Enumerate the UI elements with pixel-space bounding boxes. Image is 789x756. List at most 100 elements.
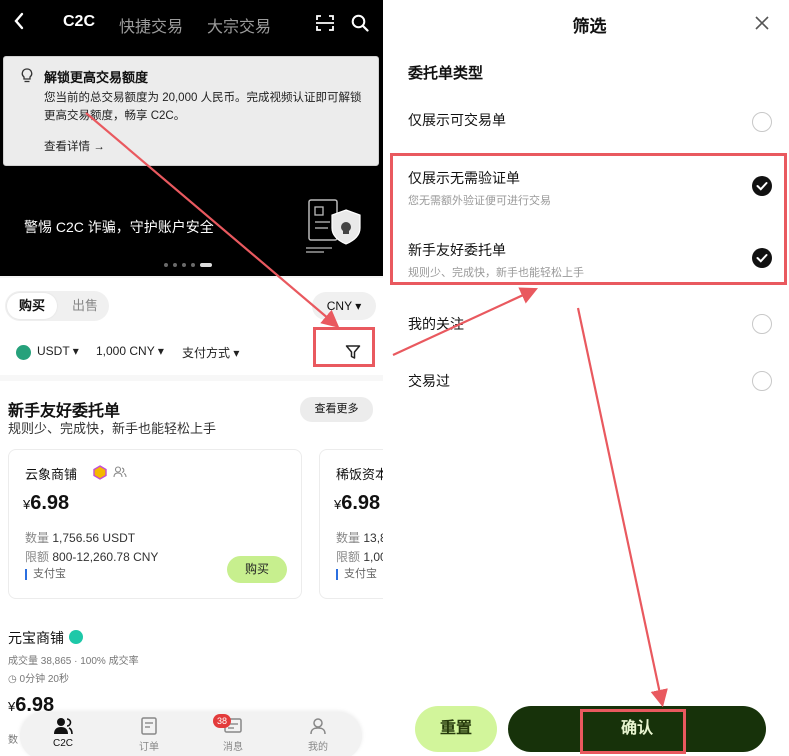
banner-title: 解锁更高交易额度 [44,70,149,85]
ad-card[interactable]: 云象商铺 ¥6.98 数量 1,756.56 USDT 限额 800-12,26… [8,449,302,599]
ad-limit: 限额 1,00 [336,548,383,565]
merchant-name: 稀饭资本 [336,467,383,482]
confirm-button-highlight [580,709,686,754]
quantity-label: 数 [8,735,18,746]
buy-tab[interactable]: 购买 [7,293,57,319]
option-label: 仅展示可交易单 [408,112,506,128]
radio-unchecked[interactable] [752,112,772,132]
option-no-verification[interactable]: 仅展示无需验证单 您无需额外验证便可进行交易 [408,168,778,208]
limit-label: 限额 [25,550,50,564]
carousel-dot[interactable] [164,263,168,267]
carousel-dot[interactable] [173,263,177,267]
orders-icon [141,717,157,735]
ad-card[interactable]: 稀饭资本 ¥6.98 数量 13,8 限额 1,00 支付宝 [319,449,383,599]
profile-icon [310,718,326,735]
filter-button-highlight [313,327,375,367]
price-value: 6.98 [30,492,70,514]
check-glyph-icon [756,182,768,191]
quantity-label: 数量 [336,531,361,545]
beginner-section-subtitle: 规则少、完成快，新手也能轻松上手 [8,421,217,436]
scan-icon[interactable] [316,15,334,31]
merchant-release-time: ◷ 0分钟 20秒 [8,670,69,685]
price-value: 6.98 [341,492,381,514]
clock-icon: ◷ [8,674,20,685]
check-glyph-icon [756,254,768,263]
option-description: 您无需额外验证便可进行交易 [408,195,551,207]
sheet-title: 筛选 [572,17,607,36]
quantity-value: 1,756.56 USDT [52,531,136,545]
close-icon[interactable] [754,15,770,31]
verified-badge-icon [69,630,83,644]
checkmark-icon[interactable] [752,176,772,196]
radio-unchecked[interactable] [752,314,772,334]
sell-tab[interactable]: 出售 [65,293,105,319]
payment-method: 支付宝 [25,569,66,580]
amount-filter[interactable]: 1,000 CNY ▾ [96,344,164,358]
security-shield-illustration [306,199,361,253]
banner-text: 您当前的总交易额度为 20,000 人民币。完成视频认证即可解锁更高交易额度，畅… [44,92,362,122]
ad-limit: 限额 800-12,260.78 CNY [25,548,158,565]
bottom-nav: C2C 订单 消息 我的 [20,712,362,756]
merchant-name[interactable]: 元宝商铺 [8,628,64,648]
view-details-link[interactable]: 查看详情 → [44,138,105,154]
fraud-warning-text: 警惕 C2C 诈骗，守护账户安全 [24,219,214,235]
top-nav: C2C 快捷交易 大宗交易 [0,0,383,46]
merchant-stats: 成交量 38,865 · 100% 成交率 [8,656,139,667]
tab-c2c[interactable]: C2C [63,13,95,31]
option-tradable-only[interactable]: 仅展示可交易单 [408,110,778,130]
nav-label: C2C [52,738,73,749]
c2c-market-screen: C2C 快捷交易 大宗交易 解锁更高交易额度 您当前的总交易额度为 20,000… [0,0,383,756]
usdt-coin-icon [16,345,31,360]
nav-c2c[interactable]: C2C [38,716,88,749]
unread-count-badge: 38 [213,714,231,728]
option-following[interactable]: 我的关注 [408,314,778,334]
carousel-dot[interactable] [191,263,195,267]
limit-label: 限额 [336,550,361,564]
fiat-currency-select[interactable]: CNY ▾ [312,292,376,320]
radio-unchecked[interactable] [752,371,772,391]
checkmark-icon[interactable] [752,248,772,268]
payment-method: 支付宝 [336,569,377,580]
tab-quick-trade[interactable]: 快捷交易 [119,13,183,37]
limit-value: 800-12,260.78 CNY [52,550,159,564]
carousel-dots[interactable] [164,263,212,267]
nav-label: 消息 [223,742,243,753]
option-label: 交易过 [408,373,450,389]
order-type-heading: 委托单类型 [408,65,484,82]
release-time-value: 0分钟 20秒 [19,674,69,685]
filter-sheet: 筛选 委托单类型 仅展示可交易单 仅展示无需验证单 您无需额外验证便可进行交易 … [390,0,789,756]
back-button[interactable] [13,12,25,36]
nav-orders[interactable]: 订单 [124,716,174,753]
merchant-name: 云象商铺 [25,467,78,482]
users-icon [113,466,127,478]
search-icon[interactable] [351,14,369,32]
option-traded-before[interactable]: 交易过 [408,371,778,391]
option-description: 规则少、完成快，新手也能轻松上手 [408,267,584,279]
lightbulb-icon [21,68,33,83]
section-divider [0,375,383,381]
carousel-dot[interactable] [182,263,186,267]
option-label: 仅展示无需验证单 [408,170,520,186]
ad-price: ¥6.98 [334,492,380,515]
tab-block-trade[interactable]: 大宗交易 [207,13,271,37]
buy-button[interactable]: 购买 [227,556,287,583]
reset-button[interactable]: 重置 [415,706,497,752]
quantity-value: 13,8 [363,531,383,545]
view-more-button[interactable]: 查看更多 [300,397,373,422]
carousel-dot-active[interactable] [200,263,212,267]
nav-label: 订单 [139,742,159,753]
option-label: 新手友好委托单 [408,242,506,258]
payment-filter[interactable]: 支付方式 ▾ [182,344,239,361]
ad-quantity: 数量 13,8 [336,529,383,546]
quantity-label: 数量 [25,531,50,545]
limit-unlock-banner[interactable]: 解锁更高交易额度 您当前的总交易额度为 20,000 人民币。完成视频认证即可解… [3,56,379,166]
chevron-left-icon [14,12,24,30]
coin-filter[interactable]: USDT ▾ [37,344,79,358]
buy-sell-toggle: 购买 出售 [5,291,109,321]
merchant-rank-icon [93,465,107,480]
nav-label: 我的 [308,742,328,753]
users-icon [54,718,73,735]
nav-profile[interactable]: 我的 [293,716,343,753]
ad-quantity: 数量 1,756.56 USDT [25,529,135,546]
option-beginner-friendly[interactable]: 新手友好委托单 规则少、完成快，新手也能轻松上手 [408,240,778,280]
